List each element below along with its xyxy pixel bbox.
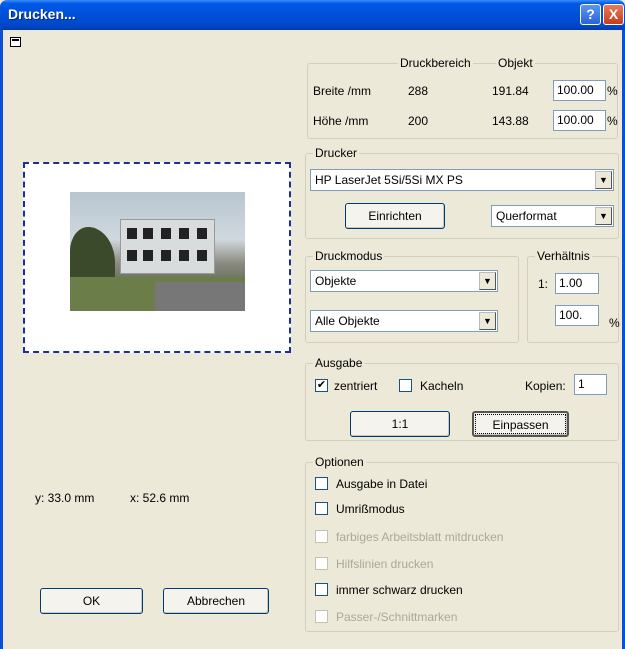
window-toggle-icon[interactable] bbox=[10, 37, 21, 47]
ratio-prefix: 1: bbox=[538, 277, 549, 291]
tiles-checkbox[interactable] bbox=[399, 379, 412, 392]
width-druckbereich-value: 288 bbox=[408, 84, 429, 98]
objekt-header: Objekt bbox=[496, 56, 535, 70]
height-label: Höhe /mm bbox=[313, 114, 369, 128]
option-output-file-checkbox[interactable] bbox=[315, 477, 328, 490]
width-label: Breite /mm bbox=[313, 84, 372, 98]
cancel-button[interactable]: Abbrechen bbox=[163, 588, 269, 614]
ratio-legend: Verhältnis bbox=[535, 249, 592, 263]
printer-legend: Drucker bbox=[313, 146, 360, 160]
width-percent-input[interactable]: 100.00 bbox=[553, 80, 606, 101]
orientation-select[interactable]: Querformat ▼ bbox=[491, 205, 614, 227]
print-scope-select-value: Alle Objekte bbox=[315, 314, 380, 328]
option-guides-checkbox bbox=[315, 557, 328, 570]
option-output-file-label: Ausgabe in Datei bbox=[336, 477, 428, 491]
option-outline-mode-checkbox[interactable] bbox=[315, 502, 328, 515]
print-scope-select[interactable]: Alle Objekte ▼ bbox=[310, 310, 498, 332]
option-crop-marks-label: Passer-/Schnittmarken bbox=[336, 610, 458, 624]
printer-select-value: HP LaserJet 5Si/5Si MX PS bbox=[315, 173, 463, 187]
ratio-group bbox=[527, 256, 619, 343]
height-percent-input[interactable]: 100.00 bbox=[553, 110, 606, 131]
one-to-one-button[interactable]: 1:1 bbox=[350, 411, 450, 437]
help-button[interactable]: ? bbox=[580, 4, 601, 25]
height-objekt-value: 143.88 bbox=[492, 114, 529, 128]
setup-button[interactable]: Einrichten bbox=[345, 203, 445, 229]
chevron-down-icon[interactable]: ▼ bbox=[479, 312, 496, 330]
fit-button[interactable]: Einpassen bbox=[472, 411, 569, 437]
chevron-down-icon[interactable]: ▼ bbox=[595, 171, 612, 189]
print-mode-select-value: Objekte bbox=[315, 274, 357, 288]
close-button[interactable]: X bbox=[603, 4, 624, 25]
printer-select[interactable]: HP LaserJet 5Si/5Si MX PS ▼ bbox=[310, 169, 614, 191]
window-title: Drucken... bbox=[8, 6, 76, 22]
copies-input[interactable]: 1 bbox=[574, 374, 607, 395]
title-bar: Drucken... ? X bbox=[0, 0, 625, 30]
chevron-down-icon[interactable]: ▼ bbox=[479, 272, 496, 290]
chevron-down-icon[interactable]: ▼ bbox=[595, 207, 612, 225]
options-legend: Optionen bbox=[313, 455, 366, 469]
option-guides-label: Hilfslinien drucken bbox=[336, 557, 434, 571]
orientation-select-value: Querformat bbox=[496, 209, 557, 223]
copies-label: Kopien: bbox=[525, 379, 566, 393]
height-percent-unit: % bbox=[607, 114, 618, 128]
option-colored-sheet-label: farbiges Arbeitsblatt mitdrucken bbox=[336, 530, 504, 544]
option-always-black-checkbox[interactable] bbox=[315, 583, 328, 596]
option-colored-sheet-checkbox bbox=[315, 530, 328, 543]
output-legend: Ausgabe bbox=[313, 356, 365, 370]
checkmark-icon: ✔ bbox=[316, 379, 327, 391]
ok-button[interactable]: OK bbox=[40, 588, 143, 614]
print-preview bbox=[23, 162, 291, 353]
ratio-percent-unit: % bbox=[609, 316, 620, 330]
centered-checkbox[interactable]: ✔ bbox=[315, 379, 328, 392]
width-objekt-value: 191.84 bbox=[492, 84, 529, 98]
centered-label: zentriert bbox=[334, 379, 378, 393]
ratio-percent-input[interactable]: 100. bbox=[555, 305, 599, 326]
height-druckbereich-value: 200 bbox=[408, 114, 429, 128]
druckbereich-header: Druckbereich bbox=[398, 56, 473, 70]
option-outline-mode-label: Umrißmodus bbox=[336, 502, 405, 516]
ratio-input[interactable]: 1.00 bbox=[555, 273, 599, 294]
preview-image bbox=[70, 192, 245, 311]
y-coordinate: y: 33.0 mm bbox=[35, 491, 95, 505]
option-always-black-label: immer schwarz drucken bbox=[336, 583, 463, 597]
print-mode-select[interactable]: Objekte ▼ bbox=[310, 270, 498, 292]
width-percent-unit: % bbox=[607, 84, 618, 98]
print-mode-legend: Druckmodus bbox=[313, 249, 385, 263]
x-coordinate: x: 52.6 mm bbox=[130, 491, 190, 505]
option-crop-marks-checkbox bbox=[315, 610, 328, 623]
tiles-label: Kacheln bbox=[420, 379, 464, 393]
